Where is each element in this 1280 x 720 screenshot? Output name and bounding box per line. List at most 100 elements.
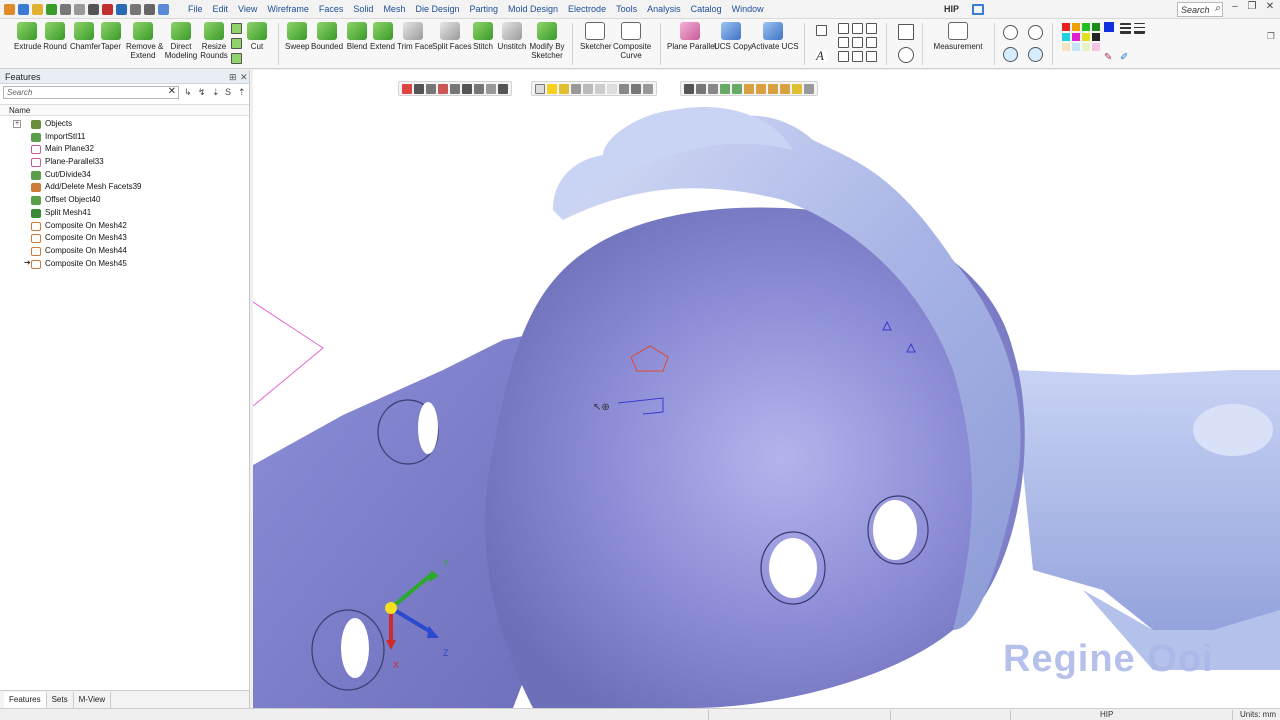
restore-icon[interactable]: ❐ bbox=[1243, 1, 1261, 12]
text-icon[interactable]: A bbox=[816, 49, 827, 62]
ucs-origin[interactable] bbox=[385, 602, 397, 614]
select-icon[interactable] bbox=[144, 3, 155, 15]
extrude-button[interactable]: Extrude bbox=[14, 22, 42, 51]
ruler-icon[interactable] bbox=[852, 51, 863, 62]
select-filter-icon[interactable] bbox=[426, 83, 436, 94]
color-pink-swatch[interactable] bbox=[1092, 43, 1100, 51]
tree-node-plane-parallel33[interactable]: Plane-Parallel33 bbox=[0, 156, 249, 169]
zoom-window-icon[interactable] bbox=[1003, 47, 1018, 62]
select-window-icon[interactable] bbox=[414, 83, 424, 94]
line-weight-icon[interactable] bbox=[1134, 23, 1145, 34]
print-icon[interactable] bbox=[60, 3, 71, 15]
snap-more-icon[interactable] bbox=[804, 83, 814, 94]
menu-view[interactable]: View bbox=[233, 0, 262, 19]
3d-viewport[interactable]: ↖⊕ Y Z X Regine Ooi bbox=[253, 70, 1280, 708]
wire-icon[interactable] bbox=[595, 83, 605, 94]
settings-features-icon[interactable]: S bbox=[225, 87, 231, 97]
snap-mid-icon[interactable] bbox=[792, 83, 802, 94]
history-icon[interactable] bbox=[898, 47, 914, 63]
sort-features-icon[interactable]: ↯ bbox=[198, 87, 206, 98]
ucs-copy-button[interactable]: UCS Copy bbox=[714, 22, 752, 51]
tab-sets[interactable]: Sets bbox=[47, 691, 74, 708]
snap-edge-icon[interactable] bbox=[756, 83, 766, 94]
tree-node-add-delete-mesh-facets39[interactable]: Add/Delete Mesh Facets39 bbox=[0, 181, 249, 194]
redo-icon[interactable] bbox=[130, 3, 141, 15]
deselect-icon[interactable] bbox=[402, 83, 412, 94]
table-icon[interactable] bbox=[866, 37, 877, 48]
shade-icon[interactable] bbox=[607, 83, 617, 94]
select-all-icon[interactable] bbox=[438, 83, 448, 94]
color-orange-swatch[interactable] bbox=[1072, 23, 1080, 31]
tree-node-objects[interactable]: + Objects bbox=[0, 118, 249, 131]
menu-tools[interactable]: Tools bbox=[611, 0, 642, 19]
menu-catalog[interactable]: Catalog bbox=[686, 0, 727, 19]
color-darkgreen-swatch[interactable] bbox=[1092, 23, 1100, 31]
bounded-button[interactable]: Bounded bbox=[311, 22, 343, 51]
pan-icon[interactable] bbox=[1028, 47, 1043, 62]
snap-face-icon[interactable] bbox=[768, 83, 778, 94]
color-lightgreen-swatch[interactable] bbox=[1082, 43, 1090, 51]
menu-file[interactable]: File bbox=[183, 0, 208, 19]
tree-node-composite-on-mesh44[interactable]: Composite On Mesh44 bbox=[0, 245, 249, 258]
node-icon[interactable] bbox=[838, 51, 849, 62]
grid-view-icon[interactable] bbox=[866, 51, 877, 62]
pin-icon[interactable]: ⊞ bbox=[229, 72, 237, 83]
tree-node-offset-object40[interactable]: Offset Object40 bbox=[0, 194, 249, 207]
save-icon[interactable] bbox=[46, 3, 57, 15]
menu-parting[interactable]: Parting bbox=[464, 0, 503, 19]
snap-icon[interactable] bbox=[720, 83, 730, 94]
round-button[interactable]: Round bbox=[43, 22, 67, 51]
redo-view-icon[interactable] bbox=[696, 83, 706, 94]
boolean-add-icon[interactable] bbox=[231, 23, 242, 34]
color-beige-swatch[interactable] bbox=[1062, 43, 1070, 51]
expand-icon[interactable]: + bbox=[13, 120, 21, 128]
color-magenta-swatch[interactable] bbox=[1072, 33, 1080, 41]
sweep-button[interactable]: Sweep bbox=[285, 22, 309, 51]
display-more-icon[interactable] bbox=[643, 83, 653, 94]
open-file-icon[interactable] bbox=[32, 3, 43, 15]
menu-die-design[interactable]: Die Design bbox=[410, 0, 464, 19]
close-doc-icon[interactable] bbox=[102, 3, 113, 15]
menu-analysis[interactable]: Analysis bbox=[642, 0, 686, 19]
tree-node-split-mesh41[interactable]: Split Mesh41 bbox=[0, 207, 249, 220]
color-black-swatch[interactable] bbox=[1092, 33, 1100, 41]
resize-rounds-button[interactable]: Resize Rounds bbox=[200, 22, 228, 60]
menu-wireframe[interactable]: Wireframe bbox=[262, 0, 314, 19]
blend-button[interactable]: Blend bbox=[346, 22, 368, 51]
view-cube-icon[interactable] bbox=[619, 83, 629, 94]
search-icon[interactable]: ⌕ bbox=[1214, 3, 1220, 14]
tree-node-composite-on-mesh43[interactable]: Composite On Mesh43 bbox=[0, 232, 249, 245]
direct-modeling-button[interactable]: Direct Modeling bbox=[163, 22, 199, 60]
extend-button[interactable]: Extend bbox=[370, 22, 395, 51]
undo-icon[interactable] bbox=[116, 3, 127, 15]
menu-edit[interactable]: Edit bbox=[208, 0, 234, 19]
tree-node-main-plane32[interactable]: Main Plane32 bbox=[0, 143, 249, 156]
tree-node-composite-on-mesh45[interactable]: ➔ Composite On Mesh45 bbox=[0, 258, 249, 271]
menu-electrode[interactable]: Electrode bbox=[563, 0, 611, 19]
menu-faces[interactable]: Faces bbox=[314, 0, 349, 19]
stitch-button[interactable]: Stitch bbox=[472, 22, 494, 51]
color-red-swatch[interactable] bbox=[1062, 23, 1070, 31]
name-column-header[interactable]: Name bbox=[0, 104, 249, 116]
move-icon[interactable] bbox=[838, 37, 849, 48]
window-icon[interactable] bbox=[158, 3, 169, 15]
layer-icon[interactable] bbox=[898, 24, 914, 40]
bulb-icon[interactable] bbox=[547, 83, 557, 94]
expand-features-icon[interactable]: ⇣ bbox=[212, 87, 220, 98]
boolean-subtract-icon[interactable] bbox=[231, 38, 242, 49]
color-lightblue-swatch[interactable] bbox=[1072, 43, 1080, 51]
taper-button[interactable]: Taper bbox=[100, 22, 122, 51]
trim-face-button[interactable]: Trim Face bbox=[397, 22, 433, 51]
align-icon[interactable] bbox=[838, 23, 849, 34]
color-cyan-swatch[interactable] bbox=[1062, 33, 1070, 41]
tree-node-composite-on-mesh42[interactable]: Composite On Mesh42 bbox=[0, 220, 249, 233]
tab-features[interactable]: Features bbox=[4, 691, 47, 708]
boolean-intersect-icon[interactable] bbox=[231, 53, 242, 64]
collapse-features-icon[interactable]: ⇡ bbox=[238, 87, 246, 98]
measurement-button[interactable]: Measurement bbox=[930, 22, 986, 51]
search-input[interactable]: Search ⌕ bbox=[1177, 2, 1223, 17]
menu-mesh[interactable]: Mesh bbox=[378, 0, 410, 19]
modify-by-sketcher-button[interactable]: Modify By Sketcher bbox=[529, 22, 565, 60]
sketcher-button[interactable]: Sketcher bbox=[580, 22, 612, 51]
filter-features-icon[interactable]: ↳ bbox=[184, 87, 192, 98]
